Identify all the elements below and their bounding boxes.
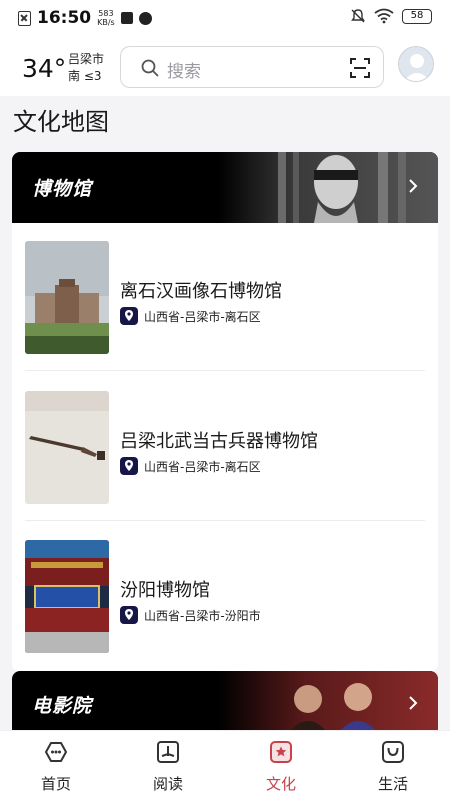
book-icon — [157, 741, 179, 763]
chevron-right-icon[interactable] — [408, 178, 418, 194]
museum-thumbnail — [25, 540, 109, 653]
museum-location: 山西省-吕梁市-汾阳市 — [120, 606, 261, 624]
notification-close-icon — [18, 10, 31, 26]
nav-home[interactable]: 首页 — [16, 739, 96, 794]
cinema-banner[interactable]: 电影院 — [12, 671, 438, 731]
nav-label: 文化 — [265, 775, 296, 793]
list-item[interactable]: 汾阳博物馆 山西省-吕梁市-汾阳市 — [12, 522, 438, 670]
divider — [25, 520, 425, 521]
search-icon — [141, 59, 159, 77]
avatar[interactable] — [398, 46, 434, 82]
life-bag-icon — [382, 741, 404, 763]
museum-thumbnail — [25, 391, 109, 504]
app-notification-icon — [120, 12, 133, 24]
location-pin-icon — [120, 457, 138, 475]
page-title: 文化地图 — [13, 108, 109, 136]
museum-name: 离石汉画像石博物馆 — [120, 281, 282, 302]
weather-city: 吕梁市 — [68, 52, 105, 66]
nav-life[interactable]: 生活 — [353, 739, 433, 794]
mute-icon — [351, 9, 365, 23]
nav-culture[interactable]: 文化 — [241, 739, 321, 794]
museum-location: 山西省-吕梁市-离石区 — [120, 457, 261, 475]
list-item[interactable]: 离石汉画像石博物馆 山西省-吕梁市-离石区 — [12, 223, 438, 371]
nav-label: 生活 — [377, 775, 408, 793]
cinema-section-title: 电影院 — [32, 695, 93, 717]
network-speed-value: 583 — [98, 9, 114, 18]
museum-section-title: 博物馆 — [32, 178, 93, 200]
nav-label: 首页 — [40, 775, 71, 793]
bottom-nav: 首页 阅读 文化 生活 — [0, 730, 450, 800]
scan-icon[interactable] — [349, 57, 371, 79]
weather-info[interactable]: 吕梁市 南 ≤3 — [68, 51, 104, 85]
home-icon — [45, 742, 67, 762]
temperature[interactable]: 34° — [22, 54, 66, 83]
museum-name: 吕梁北武当古兵器博物馆 — [120, 431, 318, 452]
museum-banner[interactable]: 博物馆 — [12, 152, 438, 223]
network-speed-unit: KB/s — [97, 18, 115, 27]
network-speed: 583 KB/s — [97, 9, 115, 27]
top-header: 34° 吕梁市 南 ≤3 搜索 — [0, 36, 450, 96]
list-item[interactable]: 吕梁北武当古兵器博物馆 山西省-吕梁市-离石区 — [12, 373, 438, 521]
culture-star-icon — [270, 741, 292, 763]
status-time: 16:50 — [37, 8, 92, 28]
statue-image — [218, 152, 438, 223]
battery-indicator: 58 — [402, 8, 432, 24]
museum-card: 博物馆 离石汉画像石博物馆 山西省-吕梁市-离石区 吕梁北武当古兵器博物馆 山西… — [12, 152, 438, 672]
museum-thumbnail — [25, 241, 109, 354]
cinema-image — [218, 671, 438, 731]
museum-location-text: 山西省-吕梁市-离石区 — [144, 309, 261, 324]
nav-label: 阅读 — [152, 775, 183, 793]
museum-location: 山西省-吕梁市-离石区 — [120, 307, 261, 325]
weather-wind: 南 ≤3 — [68, 69, 102, 83]
nav-read[interactable]: 阅读 — [128, 739, 208, 794]
chevron-right-icon[interactable] — [408, 695, 418, 711]
wifi-icon — [374, 8, 394, 24]
search-box[interactable]: 搜索 — [120, 46, 384, 88]
search-placeholder: 搜索 — [167, 62, 201, 82]
location-pin-icon — [120, 307, 138, 325]
location-pin-icon — [120, 606, 138, 624]
user-avatar-icon — [404, 54, 430, 81]
app-notification-icon-2 — [138, 11, 152, 25]
status-bar: 16:50 583 KB/s 58 — [0, 0, 450, 36]
museum-name: 汾阳博物馆 — [120, 580, 210, 601]
museum-location-text: 山西省-吕梁市-离石区 — [144, 459, 261, 474]
divider — [25, 370, 425, 371]
museum-location-text: 山西省-吕梁市-汾阳市 — [144, 608, 261, 623]
